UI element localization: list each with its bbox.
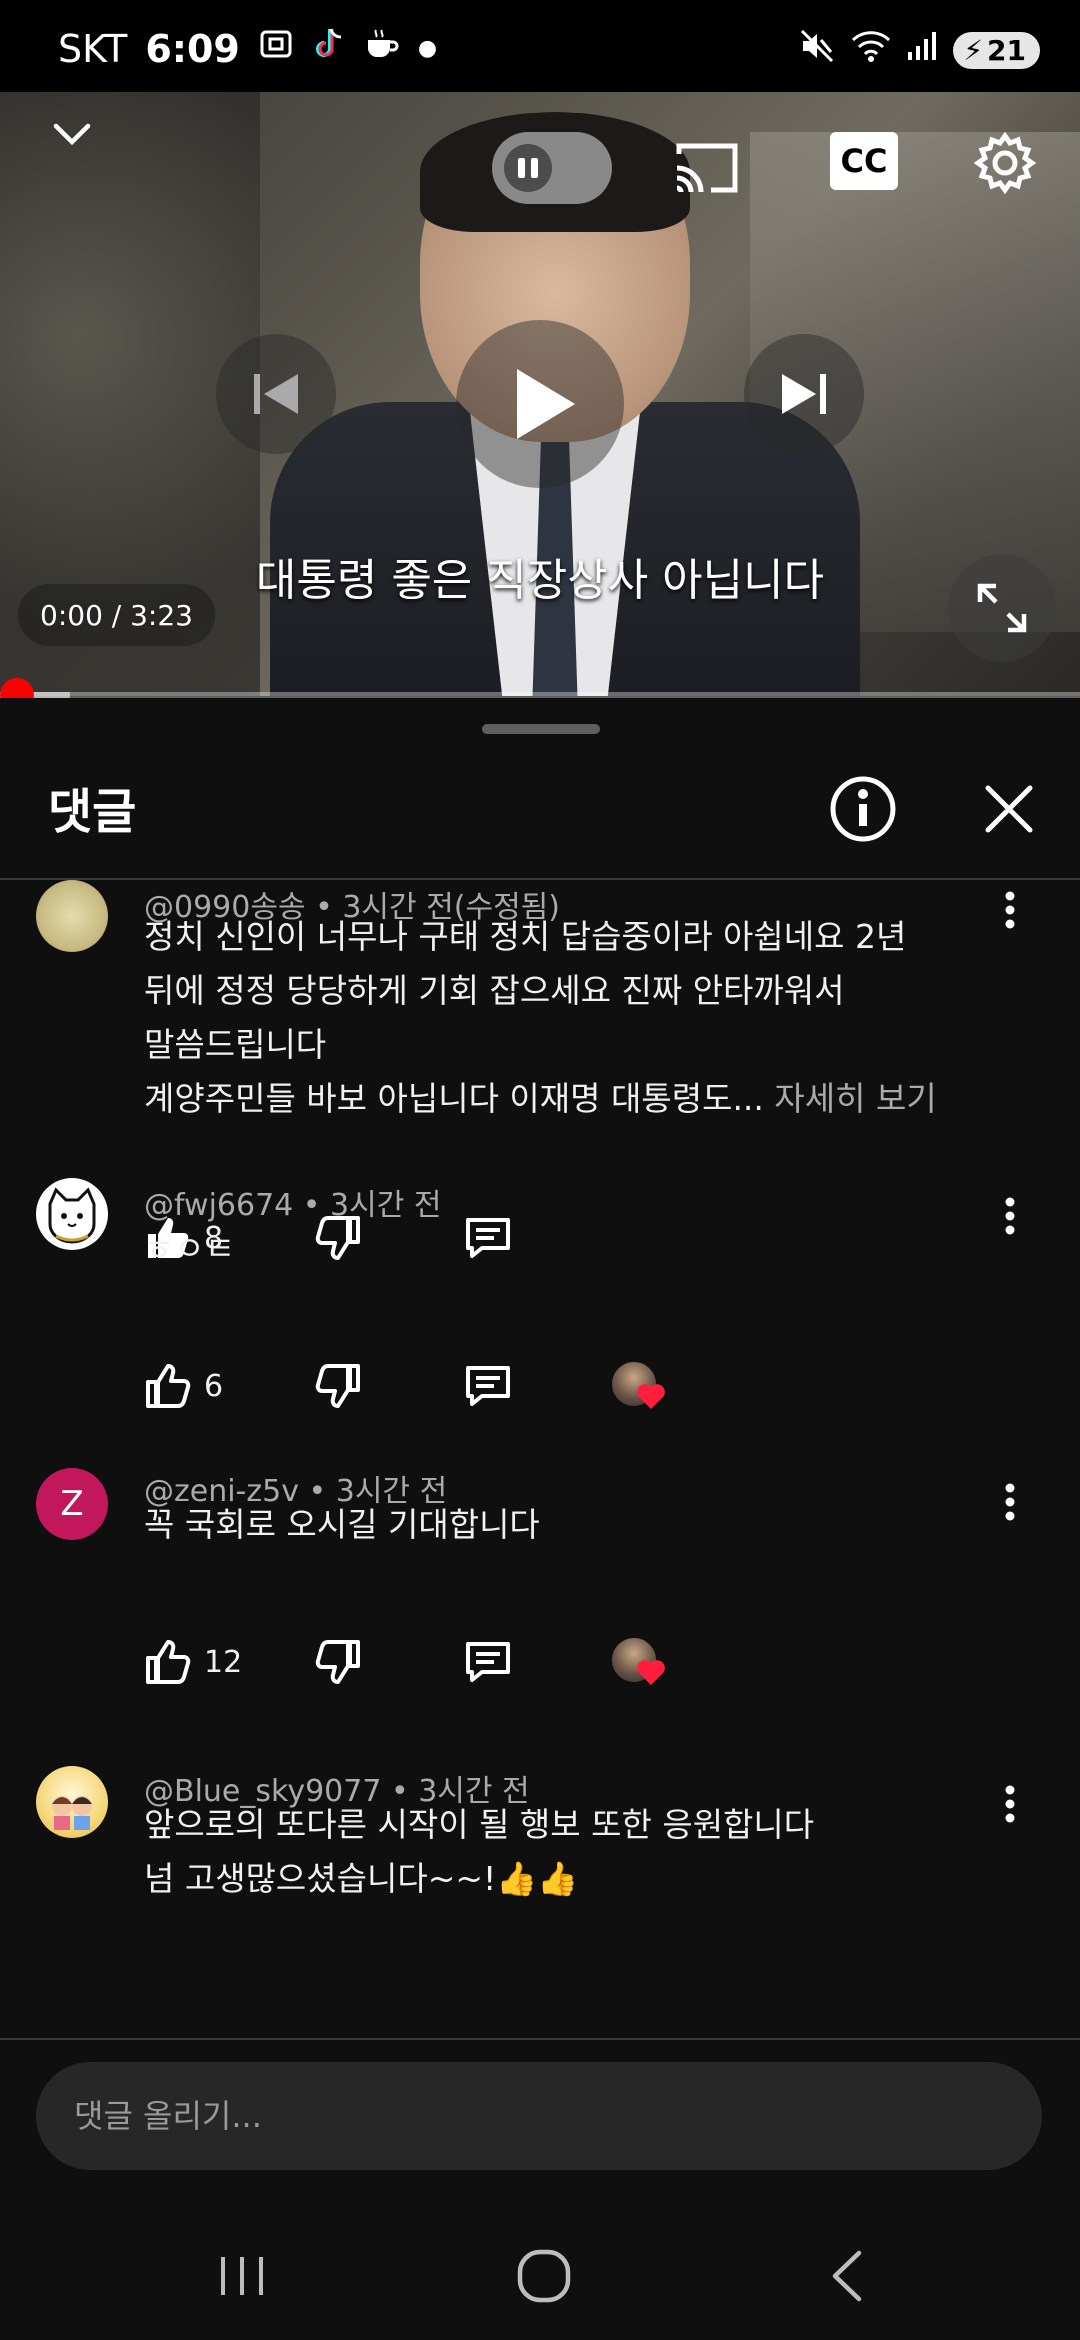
more-vert-icon (1005, 891, 1015, 929)
back-button[interactable] (808, 2236, 888, 2316)
like-count: 6 (204, 1368, 224, 1404)
comment-text: 정치 신인이 너무나 구태 정치 답습중이라 아쉽네요 2년 뒤에 정정 당당하… (144, 910, 1004, 1126)
avatar[interactable] (36, 1766, 108, 1838)
captions-button[interactable]: CC (830, 132, 898, 190)
minimize-button[interactable] (40, 102, 104, 166)
battery-level: 21 (987, 33, 1026, 67)
previous-button[interactable] (216, 334, 336, 454)
cast-icon (676, 143, 738, 193)
carrier-label: SKT (58, 26, 128, 71)
thumbs-up-icon (146, 1364, 191, 1408)
signal-icon (907, 30, 937, 70)
heart-icon (637, 1384, 665, 1409)
thumbs-down-icon (315, 1364, 360, 1408)
next-button[interactable] (744, 334, 864, 454)
battery-indicator: ⚡ 21 (953, 31, 1040, 69)
avatar-letter: Z (60, 1484, 84, 1524)
comments-panel: 댓글 @0990송송 • 3시간 전(수정됨) 정치 신인이 너무나 구태 정치… (0, 698, 1080, 2340)
avatar[interactable] (36, 880, 108, 952)
comment-actions: 6 (144, 1356, 670, 1416)
autoplay-toggle[interactable] (492, 132, 612, 204)
like-button[interactable]: 12 (144, 1638, 314, 1686)
clock: 6:09 (145, 26, 240, 71)
more-vert-icon (1005, 1483, 1015, 1521)
gear-icon (973, 131, 1037, 195)
play-icon (517, 369, 575, 439)
play-button[interactable] (456, 320, 624, 488)
fullscreen-button[interactable] (948, 554, 1056, 662)
close-button[interactable] (974, 774, 1044, 844)
screenshot-icon (258, 26, 294, 71)
skip-next-icon (782, 374, 826, 414)
like-count: 12 (204, 1644, 243, 1680)
comment-list[interactable]: @0990송송 • 3시간 전(수정됨) 정치 신인이 너무나 구태 정치 답습… (0, 880, 1080, 2038)
comment-meta: @fwj6674 • 3시간 전 (144, 1188, 442, 1223)
input-divider (0, 2038, 1080, 2040)
info-icon (830, 776, 896, 842)
home-button[interactable] (504, 2236, 584, 2316)
thumbs-up-icon (146, 1640, 191, 1684)
pause-icon (504, 144, 552, 192)
avatar[interactable]: Z (36, 1468, 108, 1540)
dislike-button[interactable] (314, 1362, 462, 1410)
recent-apps-button[interactable] (202, 2236, 282, 2316)
video-player[interactable]: CC 대통령 좋은 직장상사 아닙니다 0:00 / 3:23 (0, 92, 1080, 696)
wifi-icon (851, 28, 891, 72)
comment-text: 앞으로의 또다른 시작이 될 행보 또한 응원합니다 넘 고생많으셨습니다~~!… (144, 1805, 815, 1898)
reply-button[interactable] (462, 1638, 610, 1686)
more-vert-icon (1005, 1785, 1015, 1823)
navigation-bar (0, 2200, 1080, 2340)
like-button[interactable]: 6 (144, 1362, 314, 1410)
time-display[interactable]: 0:00 / 3:23 (18, 584, 215, 646)
close-icon (985, 785, 1033, 833)
back-icon (832, 2250, 862, 2302)
cc-icon: CC (840, 142, 888, 180)
comment-input-box[interactable] (36, 2062, 1042, 2170)
status-bar: SKT 6:09 ● ⚡ 21 (0, 0, 1080, 92)
info-button[interactable] (828, 774, 898, 844)
creator-heart-badge (610, 1360, 670, 1412)
cat-avatar-icon (48, 1187, 96, 1244)
read-more-link[interactable]: 자세히 보기 (774, 1079, 936, 1118)
status-right: ⚡ 21 (799, 28, 1040, 72)
comment-text: 꼭 국회로 오시길 기대합니다 (144, 1505, 540, 1544)
skip-previous-icon (254, 374, 298, 414)
more-vert-icon (1005, 1197, 1015, 1235)
reply-button[interactable] (462, 1362, 610, 1410)
charging-bolt-icon: ⚡ (963, 33, 984, 67)
tiktok-icon (312, 26, 346, 71)
coffee-icon (364, 26, 400, 71)
avatar[interactable] (36, 1178, 108, 1250)
drag-handle[interactable] (482, 724, 600, 734)
comment-author[interactable]: @fwj6674 (144, 1188, 293, 1223)
creator-heart-badge (610, 1636, 670, 1688)
comment-text: ㅎㅇㅌ (144, 1229, 236, 1268)
panel-title: 댓글 (48, 784, 137, 840)
comment-actions: 12 (144, 1632, 670, 1692)
thumbs-down-icon (315, 1640, 360, 1684)
mute-icon (799, 28, 835, 72)
comment-input[interactable] (72, 2096, 976, 2136)
cast-button[interactable] (666, 128, 746, 208)
fullscreen-icon (977, 583, 1027, 633)
heart-icon (637, 1660, 665, 1685)
reply-icon (466, 1642, 510, 1682)
dislike-button[interactable] (314, 1638, 462, 1686)
home-icon (517, 2249, 571, 2303)
status-left: SKT 6:09 ● (58, 26, 437, 71)
comment-time: 3시간 전 (330, 1188, 442, 1223)
notification-dot-icon: ● (417, 36, 438, 61)
settings-button[interactable] (970, 128, 1040, 198)
chevron-down-icon (53, 123, 91, 146)
illustrated-avatar-icon (52, 1796, 92, 1830)
recent-apps-icon (221, 2257, 263, 2295)
reply-icon (466, 1366, 510, 1406)
